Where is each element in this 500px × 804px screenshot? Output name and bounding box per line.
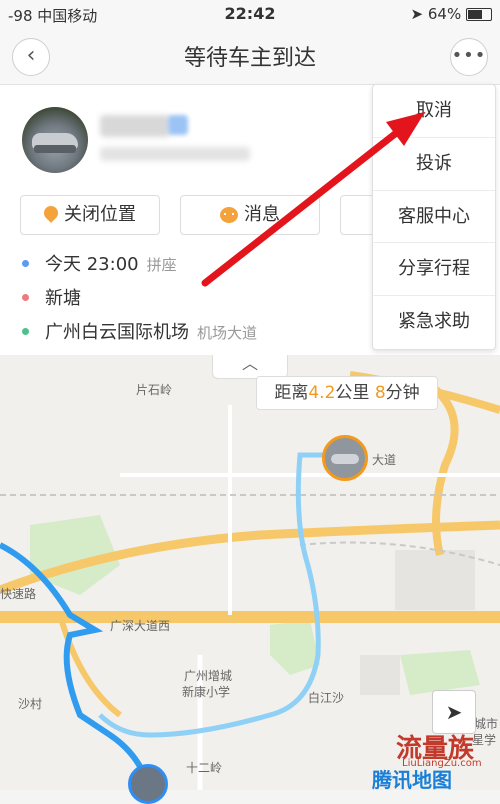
annotation-arrow — [201, 112, 425, 287]
